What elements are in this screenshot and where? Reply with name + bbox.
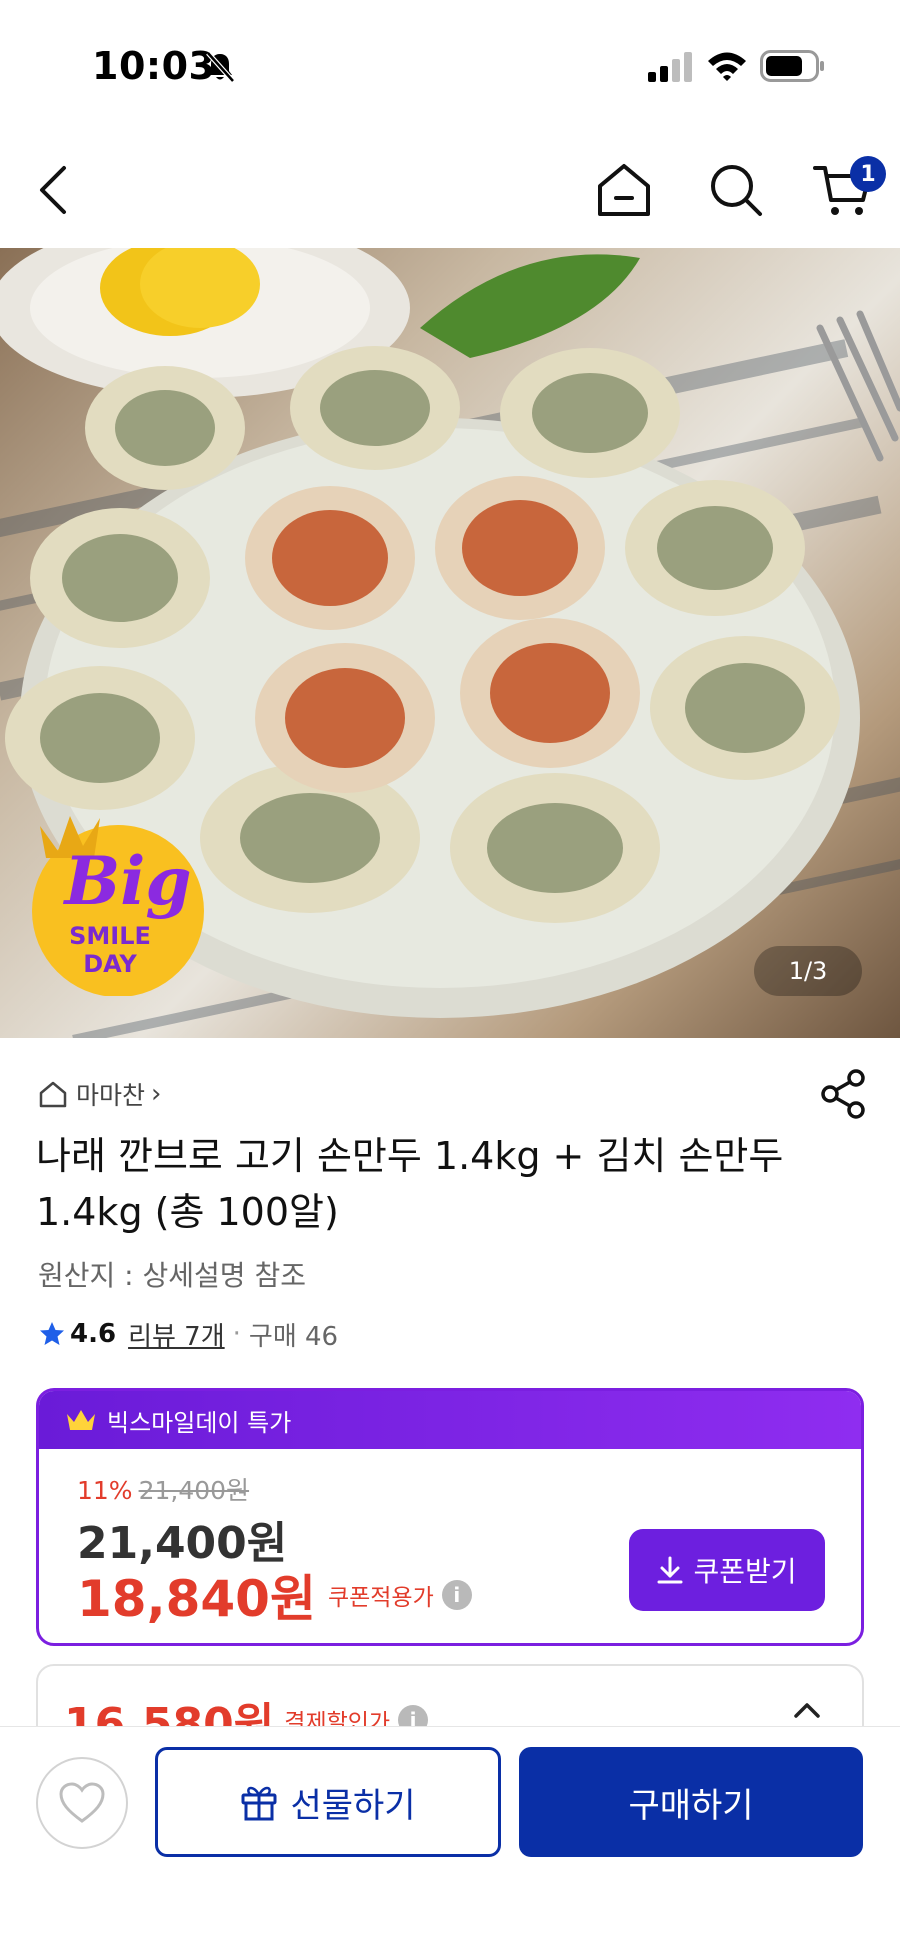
- get-coupon-label: 쿠폰받기: [693, 1555, 797, 1588]
- signal-icon: [648, 52, 692, 82]
- badge-day-text: DAY: [83, 950, 137, 978]
- coupon-price-row: 18,840원 쿠폰적용가 i: [77, 1559, 472, 1631]
- discount-rate: 11%: [77, 1476, 133, 1505]
- battery-icon: [760, 50, 824, 82]
- status-bar: 10:03: [0, 0, 900, 132]
- wifi-icon: [708, 52, 746, 81]
- price-box-header: 빅스마일데이 특가: [39, 1391, 861, 1449]
- home-button[interactable]: [588, 154, 660, 226]
- product-title: 나래 깐브로 고기 손만두 1.4kg + 김치 손만두 1.4kg (총 10…: [36, 1134, 784, 1234]
- share-icon: [821, 1069, 865, 1119]
- review-link[interactable]: 리뷰 7개: [128, 1316, 225, 1353]
- separator-dot: ·: [232, 1319, 241, 1349]
- original-price: 21,400원: [138, 1476, 250, 1505]
- rating-value: 4.6: [70, 1319, 117, 1349]
- download-icon: [657, 1556, 683, 1584]
- chevron-up-icon[interactable]: [792, 1700, 822, 1720]
- image-counter: 1/3: [754, 946, 862, 996]
- big-smile-day-badge: Big SMILE DAY: [32, 816, 204, 996]
- wishlist-button[interactable]: [36, 1757, 128, 1849]
- store-name: 마마찬: [76, 1081, 146, 1110]
- bottom-action-bar: 선물하기 구매하기: [0, 1726, 900, 1951]
- top-nav-bar: 1: [0, 132, 900, 248]
- store-home-icon: [39, 1081, 67, 1108]
- gift-button[interactable]: 선물하기: [155, 1747, 501, 1857]
- badge-big-text: Big: [62, 842, 191, 920]
- badge-smile-text: SMILE: [69, 922, 151, 950]
- crown-icon: [67, 1410, 95, 1430]
- bell-off-icon: [206, 51, 235, 83]
- coupon-price-label: 쿠폰적용가: [327, 1585, 434, 1611]
- home-icon: [598, 164, 650, 216]
- discount-row: 11% 21,400원: [77, 1471, 249, 1507]
- origin-info: 원산지 : 상세설명 참조: [38, 1259, 306, 1292]
- store-chevron-icon: ›: [151, 1079, 162, 1109]
- info-icon[interactable]: i: [441, 1580, 472, 1610]
- coupon-price: 18,840원: [77, 1570, 316, 1628]
- gift-icon: [241, 1786, 277, 1821]
- status-time: 10:03: [92, 44, 216, 88]
- gift-button-label: 선물하기: [290, 1785, 416, 1826]
- get-coupon-button[interactable]: 쿠폰받기: [629, 1529, 825, 1611]
- price-box-title: 빅스마일데이 특가: [107, 1408, 292, 1437]
- share-button[interactable]: [818, 1068, 870, 1120]
- heart-icon: [59, 1782, 105, 1823]
- purchase-count: 구매 46: [248, 1321, 339, 1352]
- special-price-box: 빅스마일데이 특가 11% 21,400원 21,400원 18,840원 쿠폰…: [36, 1388, 864, 1646]
- rating-row: 4.6 리뷰 7개 · 구매 46: [38, 1314, 338, 1354]
- chevron-left-icon: [40, 166, 66, 214]
- back-button[interactable]: [18, 154, 90, 226]
- product-image-carousel[interactable]: Big SMILE DAY 1/3: [0, 248, 900, 1038]
- store-link[interactable]: 마마찬 ›: [38, 1072, 161, 1116]
- buy-button[interactable]: 구매하기: [519, 1747, 863, 1857]
- search-icon: [711, 165, 762, 216]
- star-icon: [40, 1322, 64, 1345]
- search-button[interactable]: [700, 154, 772, 226]
- cart-count-badge: 1: [850, 156, 886, 192]
